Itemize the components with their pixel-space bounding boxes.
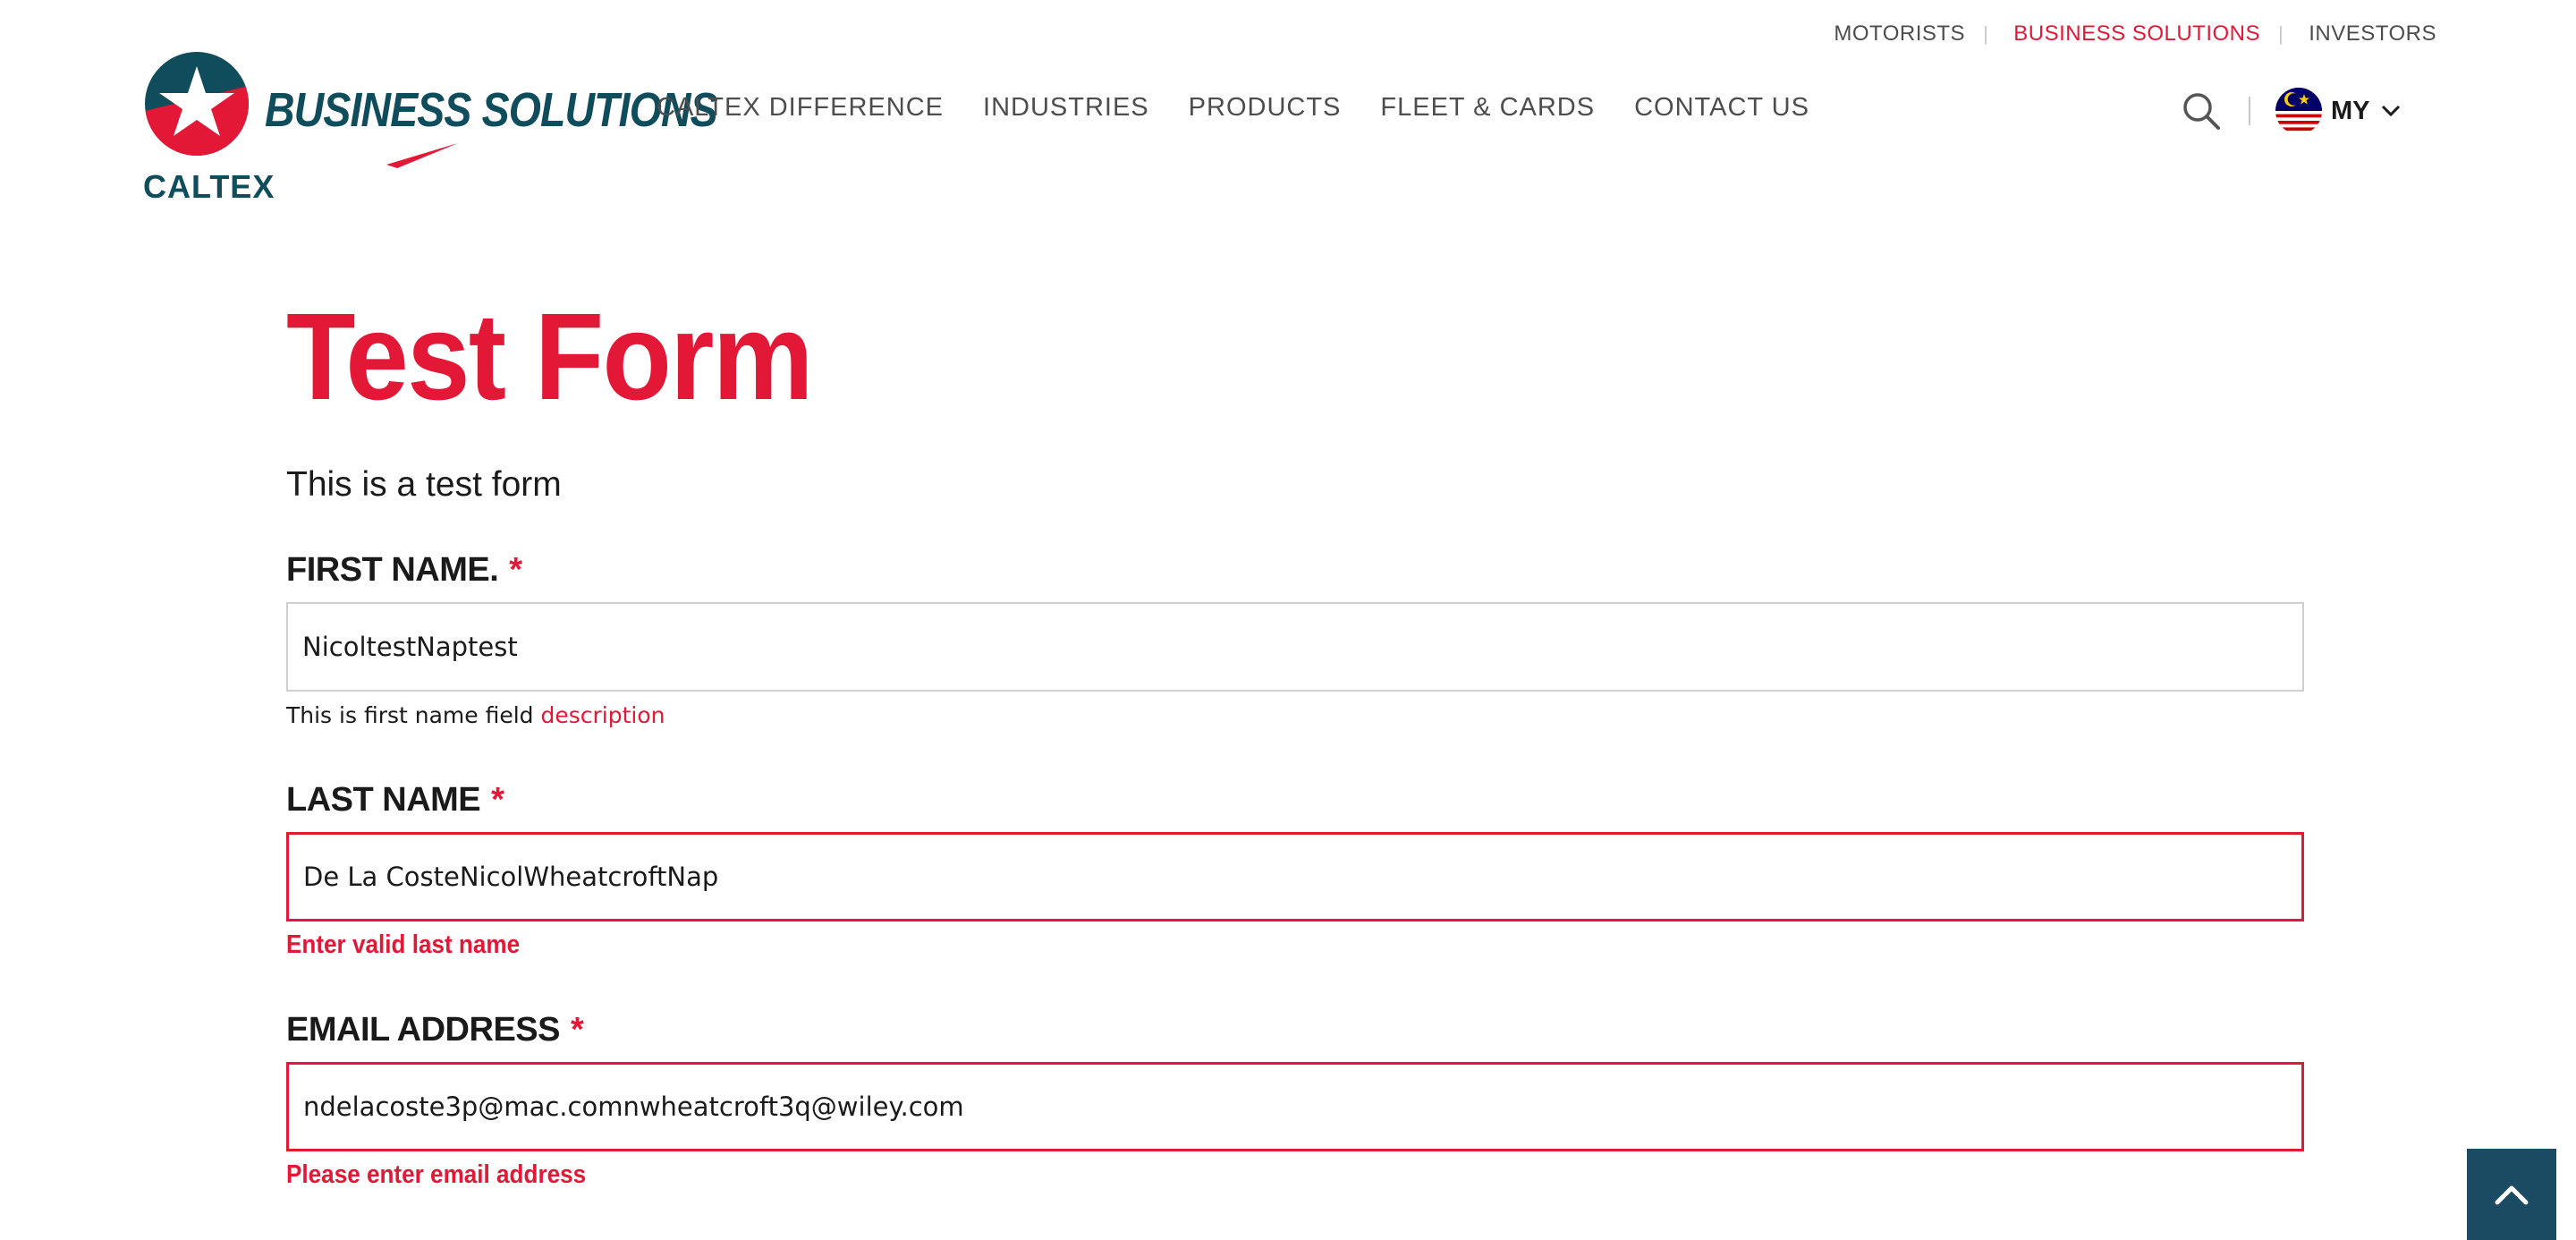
first-name-description: This is first name field description (286, 702, 2304, 728)
nav-industries[interactable]: INDUSTRIES (983, 93, 1149, 123)
main-nav: CALTEX DIFFERENCE INDUSTRIES PRODUCTS FL… (657, 93, 1809, 123)
nav-fleet-cards[interactable]: FLEET & CARDS (1380, 93, 1595, 123)
page-title: Test Form (286, 288, 814, 426)
utility-nav-separator: | (1983, 22, 1989, 45)
email-label-text: EMAIL ADDRESS (286, 1011, 560, 1049)
chevron-down-icon (2381, 105, 2400, 117)
required-marker: * (509, 551, 522, 589)
nav-products[interactable]: PRODUCTS (1189, 93, 1342, 123)
required-marker: * (570, 1011, 584, 1049)
logo-subtitle: BUSINESS SOLUTIONS (265, 83, 718, 137)
first-name-label: FIRST NAME. * (286, 551, 522, 589)
last-name-field: LAST NAME * Enter valid last name (286, 781, 2304, 960)
last-name-input[interactable] (286, 832, 2304, 922)
email-error: Please enter email address (286, 1160, 587, 1189)
first-name-description-link[interactable]: description (541, 702, 665, 728)
page-intro: This is a test form (286, 465, 562, 504)
search-button[interactable] (2179, 89, 2224, 133)
last-name-error: Enter valid last name (286, 930, 521, 959)
required-marker: * (491, 781, 504, 819)
caltex-logo[interactable]: BUSINESS SOLUTIONS CALTEX (143, 50, 718, 205)
logo-brand-name: CALTEX (143, 168, 275, 205)
first-name-description-text: This is first name field (286, 702, 534, 728)
first-name-input[interactable] (286, 602, 2304, 692)
utility-nav-business-solutions[interactable]: BUSINESS SOLUTIONS (2013, 21, 2260, 47)
utility-nav-motorists[interactable]: MOTORISTS (1834, 21, 1965, 47)
logo-swoosh-icon (386, 143, 458, 168)
locale-selector[interactable]: MY (2275, 88, 2401, 134)
chevron-up-icon (2495, 1185, 2529, 1205)
email-field: EMAIL ADDRESS * Please enter email addres… (286, 1011, 2304, 1190)
header-tools: MY (2179, 88, 2401, 134)
nav-contact-us[interactable]: CONTACT US (1634, 93, 1809, 123)
utility-nav: MOTORISTS | BUSINESS SOLUTIONS | INVESTO… (1834, 21, 2436, 47)
malaysia-flag-icon (2275, 88, 2322, 134)
last-name-label: LAST NAME * (286, 781, 504, 819)
last-name-label-text: LAST NAME (286, 781, 481, 819)
first-name-field: FIRST NAME. * This is first name field de… (286, 551, 2304, 728)
first-name-label-text: FIRST NAME. (286, 551, 499, 589)
locale-label: MY (2331, 96, 2370, 125)
tools-divider (2249, 97, 2250, 125)
main-content: Test Form This is a test form FIRST NAME… (286, 288, 2304, 1189)
caltex-star-icon (145, 52, 249, 156)
search-icon (2183, 93, 2220, 130)
utility-nav-separator: | (2278, 22, 2284, 45)
email-label: EMAIL ADDRESS * (286, 1011, 584, 1049)
back-to-top-button[interactable] (2467, 1149, 2556, 1240)
nav-caltex-difference[interactable]: CALTEX DIFFERENCE (657, 93, 944, 123)
email-input[interactable] (286, 1062, 2304, 1151)
utility-nav-investors[interactable]: INVESTORS (2309, 21, 2436, 47)
